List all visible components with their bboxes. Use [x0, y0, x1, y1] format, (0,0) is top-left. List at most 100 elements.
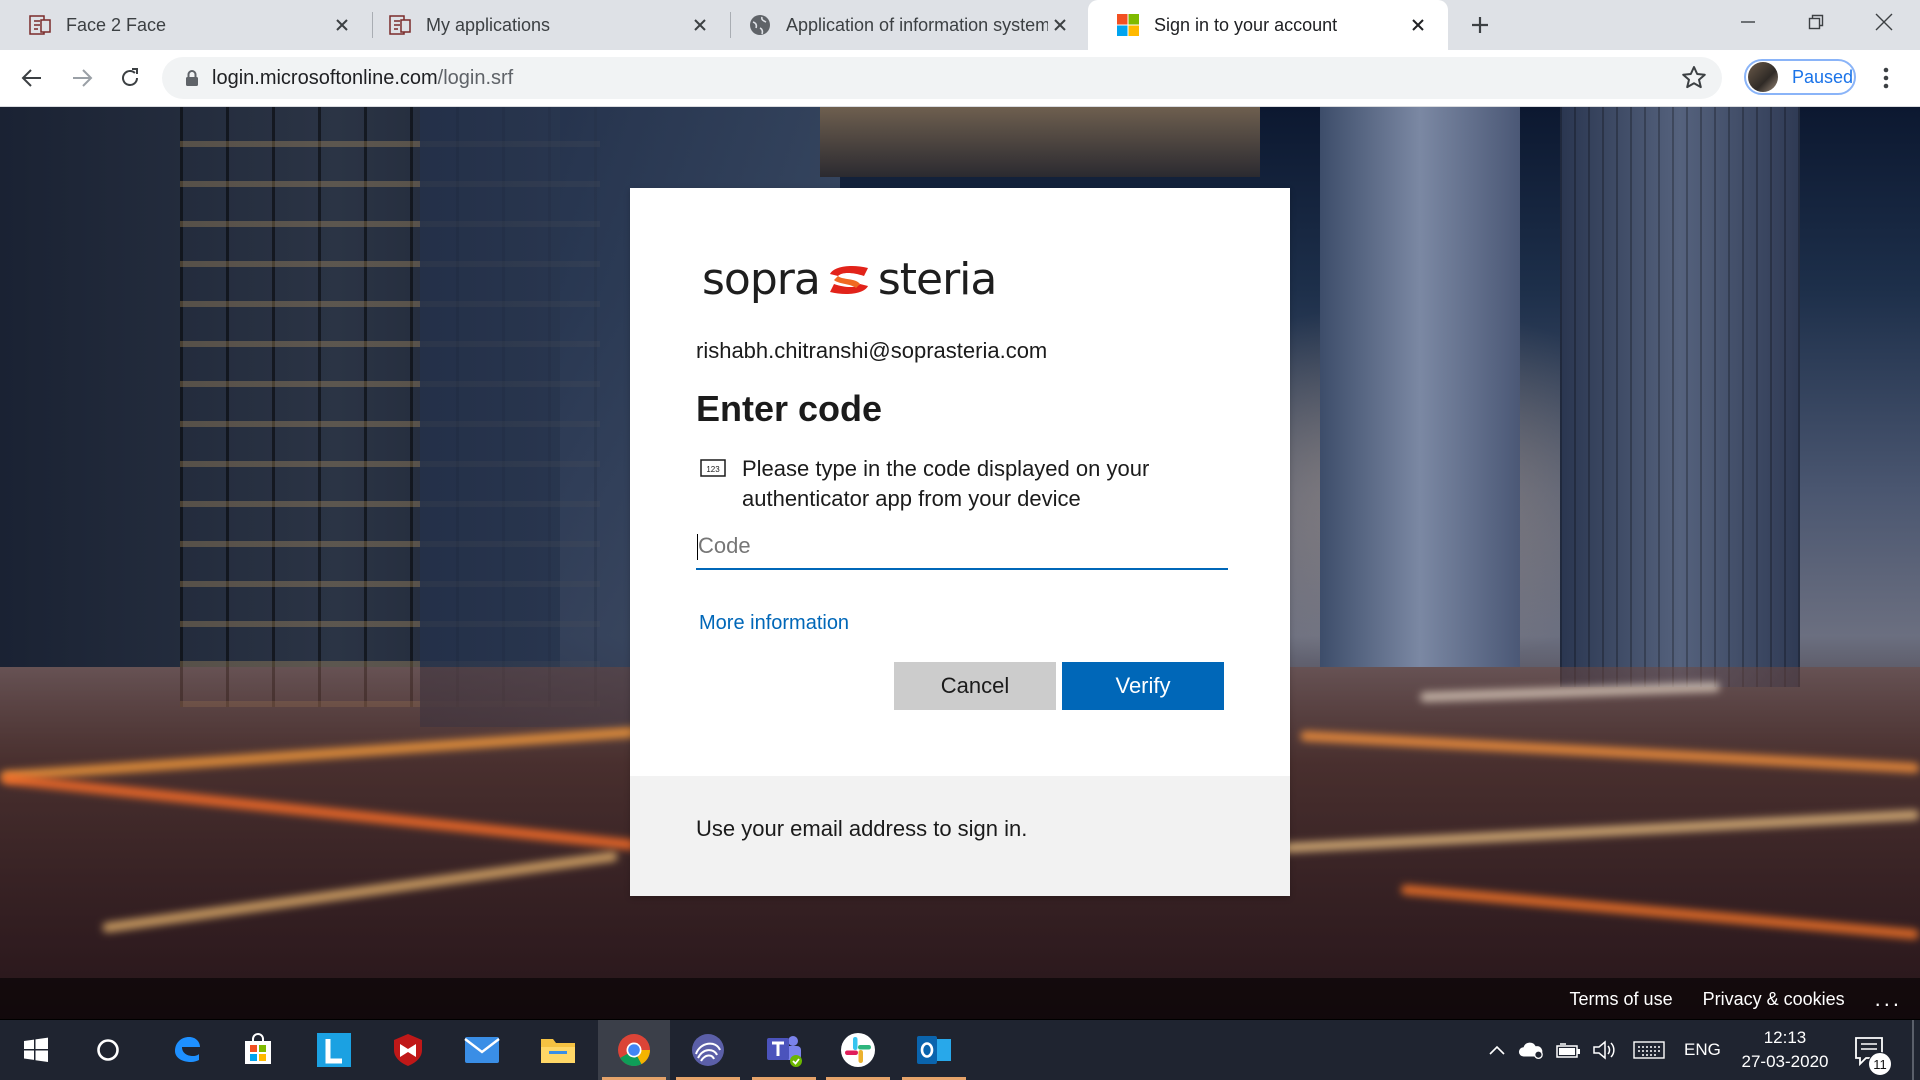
taskbar-l-app[interactable]: [298, 1020, 370, 1080]
close-tab-icon[interactable]: [1406, 13, 1430, 37]
keypad-code-icon: 123: [700, 459, 726, 477]
sopra-steria-logo: sopra steria: [702, 254, 998, 305]
tab-title: Sign in to your account: [1154, 14, 1338, 35]
tower-lines: [1560, 107, 1800, 687]
footer-hint-text: Use your email address to sign in.: [696, 816, 1028, 841]
more-menu-icon[interactable]: [1876, 64, 1896, 92]
svg-text:123: 123: [706, 465, 720, 474]
outlook-icon: [917, 1036, 951, 1064]
clock-date: 27-03-2020: [1741, 1052, 1829, 1071]
taskbar-edge[interactable]: [150, 1020, 222, 1080]
taskbar-teams[interactable]: [748, 1020, 820, 1080]
close-window-button[interactable]: [1850, 0, 1918, 44]
windows-taskbar: ENG 12:13 27-03-2020 11: [0, 1020, 1920, 1080]
more-information-link[interactable]: More information: [699, 612, 849, 635]
sopra-steria-mark-icon: [829, 265, 868, 294]
file-explorer-icon: [541, 1039, 575, 1063]
taskbar-app-swirl[interactable]: [672, 1020, 744, 1080]
verify-button[interactable]: Verify: [1062, 662, 1224, 710]
restore-icon: [1808, 14, 1824, 30]
url-path: /login.srf: [437, 66, 514, 89]
close-tab-icon[interactable]: [688, 13, 712, 37]
start-icon: [24, 1037, 48, 1062]
taskbar-mail[interactable]: [446, 1020, 518, 1080]
l-app-icon: [317, 1033, 351, 1067]
cortana-search-button[interactable]: [72, 1020, 144, 1080]
privacy-cookies-link[interactable]: Privacy & cookies: [1703, 989, 1845, 1010]
taskbar-chrome[interactable]: [598, 1020, 670, 1080]
mail-icon: [464, 1037, 500, 1063]
battery-tray[interactable]: [1556, 1038, 1582, 1062]
touch-keyboard-tray[interactable]: [1632, 1038, 1666, 1062]
terms-of-use-link[interactable]: Terms of use: [1570, 989, 1673, 1010]
tab-application-of-information-system[interactable]: Application of information system: [720, 0, 1090, 50]
show-desktop-button[interactable]: [1912, 1020, 1914, 1080]
minimize-button[interactable]: [1714, 0, 1782, 44]
browser-toolbar: login.microsoftonline.com/login.srf Paus…: [0, 50, 1920, 107]
microsoft-logo-icon: [1117, 14, 1139, 36]
tab-sign-in[interactable]: Sign in to your account: [1088, 0, 1448, 50]
signin-card: sopra steria rishabh.chitranshi@sopraste…: [630, 188, 1290, 896]
taskbar-store[interactable]: [222, 1020, 294, 1080]
code-input[interactable]: [696, 524, 1228, 570]
app-swirl-icon: [692, 1034, 724, 1066]
profile-status: Paused: [1792, 66, 1854, 87]
cancel-button[interactable]: Cancel: [894, 662, 1056, 710]
close-icon: [1875, 13, 1893, 31]
arrow-left-icon: [21, 69, 41, 87]
forward-button[interactable]: [66, 62, 98, 94]
account-identity: rishabh.chitranshi@soprasteria.com: [696, 338, 1048, 363]
signin-card-footer: Use your email address to sign in.: [630, 776, 1290, 896]
tab-face-2-face[interactable]: Face 2 Face: [0, 0, 372, 50]
close-tab-icon[interactable]: [1048, 13, 1072, 37]
page-footer: Terms of use Privacy & cookies ...: [0, 978, 1920, 1020]
edge-icon: [175, 1037, 200, 1062]
battery-icon: [1556, 1043, 1580, 1058]
address-bar[interactable]: login.microsoftonline.com/login.srf: [162, 57, 1722, 99]
logo-word-right: steria: [877, 254, 998, 305]
plus-icon: [1472, 17, 1488, 33]
text-cursor: [697, 534, 698, 560]
taskbar-slack[interactable]: [822, 1020, 894, 1080]
start-button[interactable]: [0, 1020, 72, 1080]
instruction-row: 123 Please type in the code displayed on…: [700, 454, 1220, 514]
back-button[interactable]: [16, 62, 48, 94]
instruction-text: Please type in the code displayed on you…: [742, 456, 1150, 511]
restore-button[interactable]: [1782, 0, 1850, 44]
minimize-icon: [1741, 21, 1755, 23]
search-icon: [97, 1039, 119, 1061]
chrome-icon: [618, 1034, 650, 1066]
keyboard-icon: [1633, 1041, 1665, 1059]
show-hidden-icons[interactable]: [1484, 1038, 1510, 1062]
tab-my-applications[interactable]: My applications: [360, 0, 730, 50]
close-tab-icon[interactable]: [330, 13, 354, 37]
cloud-icon: [1518, 1042, 1543, 1060]
new-tab-button[interactable]: [1466, 11, 1494, 39]
signin-card-main: sopra steria rishabh.chitranshi@sopraste…: [630, 188, 1290, 776]
tower: [1320, 107, 1520, 667]
onedrive-tray[interactable]: [1518, 1038, 1544, 1062]
building: [820, 107, 1260, 177]
volume-tray[interactable]: [1592, 1038, 1618, 1062]
taskbar-mcafee[interactable]: [372, 1020, 444, 1080]
store-icon: [245, 1033, 271, 1064]
mcafee-icon: [394, 1034, 422, 1066]
reload-button[interactable]: [114, 62, 146, 94]
bookmark-star-icon[interactable]: [1680, 64, 1708, 92]
face2face-icon: [29, 15, 51, 35]
slack-icon: [841, 1033, 875, 1067]
input-language[interactable]: ENG: [1684, 1040, 1721, 1060]
teams-icon: [767, 1036, 802, 1067]
url-text: login.microsoftonline.com/login.srf: [212, 67, 513, 90]
tab-title: Application of information system: [786, 14, 1048, 35]
arrow-right-icon: [73, 69, 93, 87]
footer-more-button[interactable]: ...: [1875, 986, 1902, 1012]
logo-word-left: sopra: [702, 254, 821, 305]
avatar: [1748, 62, 1778, 92]
globe-icon: [750, 15, 770, 35]
lock-icon[interactable]: [182, 68, 202, 88]
clock[interactable]: 12:13 27-03-2020: [1730, 1026, 1840, 1074]
taskbar-outlook[interactable]: [898, 1020, 970, 1080]
profile-button[interactable]: Paused: [1744, 59, 1856, 95]
taskbar-file-explorer[interactable]: [522, 1020, 594, 1080]
